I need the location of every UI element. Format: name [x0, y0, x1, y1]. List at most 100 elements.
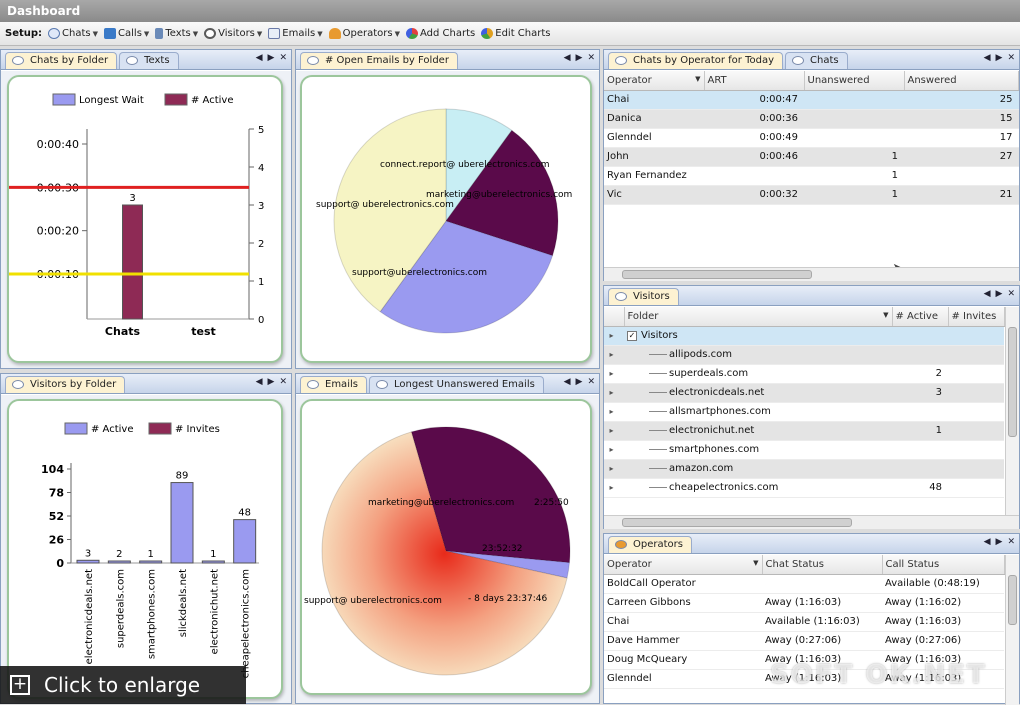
- close-icon[interactable]: ✕: [279, 53, 287, 63]
- setup-calls-button[interactable]: Calls ▼: [104, 28, 149, 39]
- click-to-enlarge-button[interactable]: + Click to enlarge: [0, 666, 246, 704]
- tab-visitors-by-folder[interactable]: Visitors by Folder: [5, 376, 126, 393]
- slice-label: support@ uberelectronics.com: [316, 200, 454, 210]
- tab-longest-unanswered-emails[interactable]: Longest Unanswered Emails: [368, 376, 544, 393]
- setup-texts-button[interactable]: Texts ▼: [155, 28, 198, 39]
- panel-controls: ◀ ▶ ✕: [256, 53, 287, 63]
- column-header-operator[interactable]: Operator ▼: [604, 555, 763, 575]
- column-header-active[interactable]: # Active: [892, 307, 949, 327]
- right-tick-label: 3: [258, 201, 264, 212]
- table-row[interactable]: John 0:00:46 1 27: [604, 147, 1019, 167]
- expand-icon[interactable]: ▸: [607, 484, 616, 493]
- table-row[interactable]: BoldCall Operator Available (0:48:19): [604, 574, 1004, 594]
- panel-body: Longest Wait# Active0123450:00:100:00:20…: [1, 71, 291, 368]
- tree-row[interactable]: ▸ electronicdeals.net 3: [604, 383, 1004, 403]
- tree-row[interactable]: ▸ amazon.com: [604, 459, 1004, 479]
- slice-label: support@ uberelectronics.com: [304, 596, 442, 606]
- column-header-chat-status[interactable]: Chat Status: [762, 555, 883, 575]
- setup-visitors-button[interactable]: Visitors ▼: [204, 28, 262, 39]
- legend-swatch-active: [64, 422, 88, 435]
- prev-arrow-icon[interactable]: ◀: [984, 289, 991, 299]
- legend-swatch-active: [164, 93, 188, 106]
- table-row[interactable]: Carreen Gibbons Away (1:16:03) Away (1:16:…: [604, 593, 1004, 613]
- table-row[interactable]: Danica 0:00:36 15: [604, 109, 1019, 129]
- column-header-answered[interactable]: Answered: [904, 71, 1019, 91]
- legend-label: # Invites: [175, 424, 220, 435]
- tree-row[interactable]: ▸ smartphones.com: [604, 440, 1004, 460]
- horizontal-scrollbar[interactable]: [604, 267, 1019, 281]
- vertical-scrollbar[interactable]: [1005, 555, 1019, 705]
- column-header-operator[interactable]: Operator ▼: [604, 71, 705, 91]
- scroll-thumb[interactable]: [622, 270, 812, 279]
- close-icon[interactable]: ✕: [1007, 289, 1015, 299]
- next-arrow-icon[interactable]: ▶: [576, 377, 583, 387]
- tab-texts[interactable]: Texts: [119, 52, 179, 69]
- setup-emails-button[interactable]: Emails ▼: [268, 28, 323, 39]
- setup-operators-button[interactable]: Operators ▼: [328, 28, 400, 39]
- next-arrow-icon[interactable]: ▶: [268, 377, 275, 387]
- tree-row[interactable]: ▸ electronichut.net 1: [604, 421, 1004, 441]
- prev-arrow-icon[interactable]: ◀: [984, 53, 991, 63]
- column-header-folder[interactable]: Folder ▼: [624, 307, 893, 327]
- next-arrow-icon[interactable]: ▶: [268, 53, 275, 63]
- prev-arrow-icon[interactable]: ◀: [256, 377, 263, 387]
- panel-controls: ◀ ▶ ✕: [564, 377, 595, 387]
- setup-chats-button[interactable]: Chats ▼: [48, 28, 98, 39]
- expand-icon[interactable]: ▸: [607, 465, 616, 474]
- expand-icon[interactable]: ▸: [607, 351, 616, 360]
- edit-charts-button[interactable]: Edit Charts: [481, 28, 550, 39]
- next-arrow-icon[interactable]: ▶: [996, 53, 1003, 63]
- next-arrow-icon[interactable]: ▶: [576, 53, 583, 63]
- tree-row[interactable]: ▸ allsmartphones.com: [604, 402, 1004, 422]
- tab-emails[interactable]: Emails: [300, 376, 367, 393]
- tab-chats-by-folder[interactable]: Chats by Folder: [5, 52, 118, 69]
- prev-arrow-icon[interactable]: ◀: [256, 53, 263, 63]
- table-row[interactable]: Chai Available (1:16:03) Away (1:16:03): [604, 612, 1004, 632]
- next-arrow-icon[interactable]: ▶: [996, 537, 1003, 547]
- scroll-thumb[interactable]: [622, 518, 852, 527]
- column-header-call-status[interactable]: Call Status: [882, 555, 1005, 575]
- tree-row[interactable]: ▸ superdeals.com 2: [604, 364, 1004, 384]
- vertical-scrollbar[interactable]: [1005, 307, 1019, 515]
- chat-icon: [48, 28, 61, 39]
- scroll-thumb[interactable]: [1008, 575, 1017, 625]
- close-icon[interactable]: ✕: [1007, 537, 1015, 547]
- column-header-art[interactable]: ART: [704, 71, 805, 91]
- checkbox-icon[interactable]: ✓: [627, 331, 637, 341]
- slice-label: marketing@uberelectronics.com: [368, 498, 514, 508]
- visitors-by-folder-panel: Visitors by Folder ◀ ▶ ✕ # Active # Invites…: [0, 373, 292, 704]
- horizontal-scrollbar[interactable]: [604, 515, 1019, 529]
- scroll-thumb[interactable]: [1008, 327, 1017, 437]
- expand-icon[interactable]: ▸: [607, 332, 616, 341]
- next-arrow-icon[interactable]: ▶: [996, 289, 1003, 299]
- tab-operators[interactable]: Operators: [608, 536, 692, 553]
- close-icon[interactable]: ✕: [1007, 53, 1015, 63]
- tree-row[interactable]: ▸ cheapelectronics.com 48: [604, 478, 1004, 498]
- table-row[interactable]: Ryan Fernandez 1: [604, 166, 1019, 186]
- tab-chats[interactable]: Chats: [785, 52, 848, 69]
- prev-arrow-icon[interactable]: ◀: [564, 377, 571, 387]
- close-icon[interactable]: ✕: [587, 53, 595, 63]
- column-header-unanswered[interactable]: Unanswered: [804, 71, 905, 91]
- add-charts-button[interactable]: Add Charts: [406, 28, 475, 39]
- expand-icon[interactable]: ▸: [607, 370, 616, 379]
- prev-arrow-icon[interactable]: ◀: [564, 53, 571, 63]
- close-icon[interactable]: ✕: [587, 377, 595, 387]
- expand-icon[interactable]: ▸: [607, 446, 616, 455]
- expand-icon[interactable]: ▸: [607, 427, 616, 436]
- email-icon: [307, 380, 319, 389]
- expand-icon[interactable]: ▸: [607, 389, 616, 398]
- tree-row[interactable]: ▸ allipods.com: [604, 345, 1004, 365]
- table-row[interactable]: Vic 0:00:32 1 21: [604, 185, 1019, 205]
- expand-icon[interactable]: ▸: [607, 408, 616, 417]
- tab-chats-by-operator[interactable]: Chats by Operator for Today: [608, 52, 783, 69]
- prev-arrow-icon[interactable]: ◀: [984, 537, 991, 547]
- tab-open-emails[interactable]: # Open Emails by Folder: [300, 52, 458, 69]
- close-icon[interactable]: ✕: [279, 377, 287, 387]
- column-header-invites[interactable]: # Invites: [948, 307, 1005, 327]
- table-row[interactable]: Dave Hammer Away (0:27:06) Away (0:27:06): [604, 631, 1004, 651]
- tree-row-root[interactable]: ▸ ✓ Visitors: [604, 326, 1004, 346]
- table-row[interactable]: Chai 0:00:47 25: [604, 90, 1019, 110]
- table-row[interactable]: Glenndel 0:00:49 17: [604, 128, 1019, 148]
- tab-visitors[interactable]: Visitors: [608, 288, 679, 305]
